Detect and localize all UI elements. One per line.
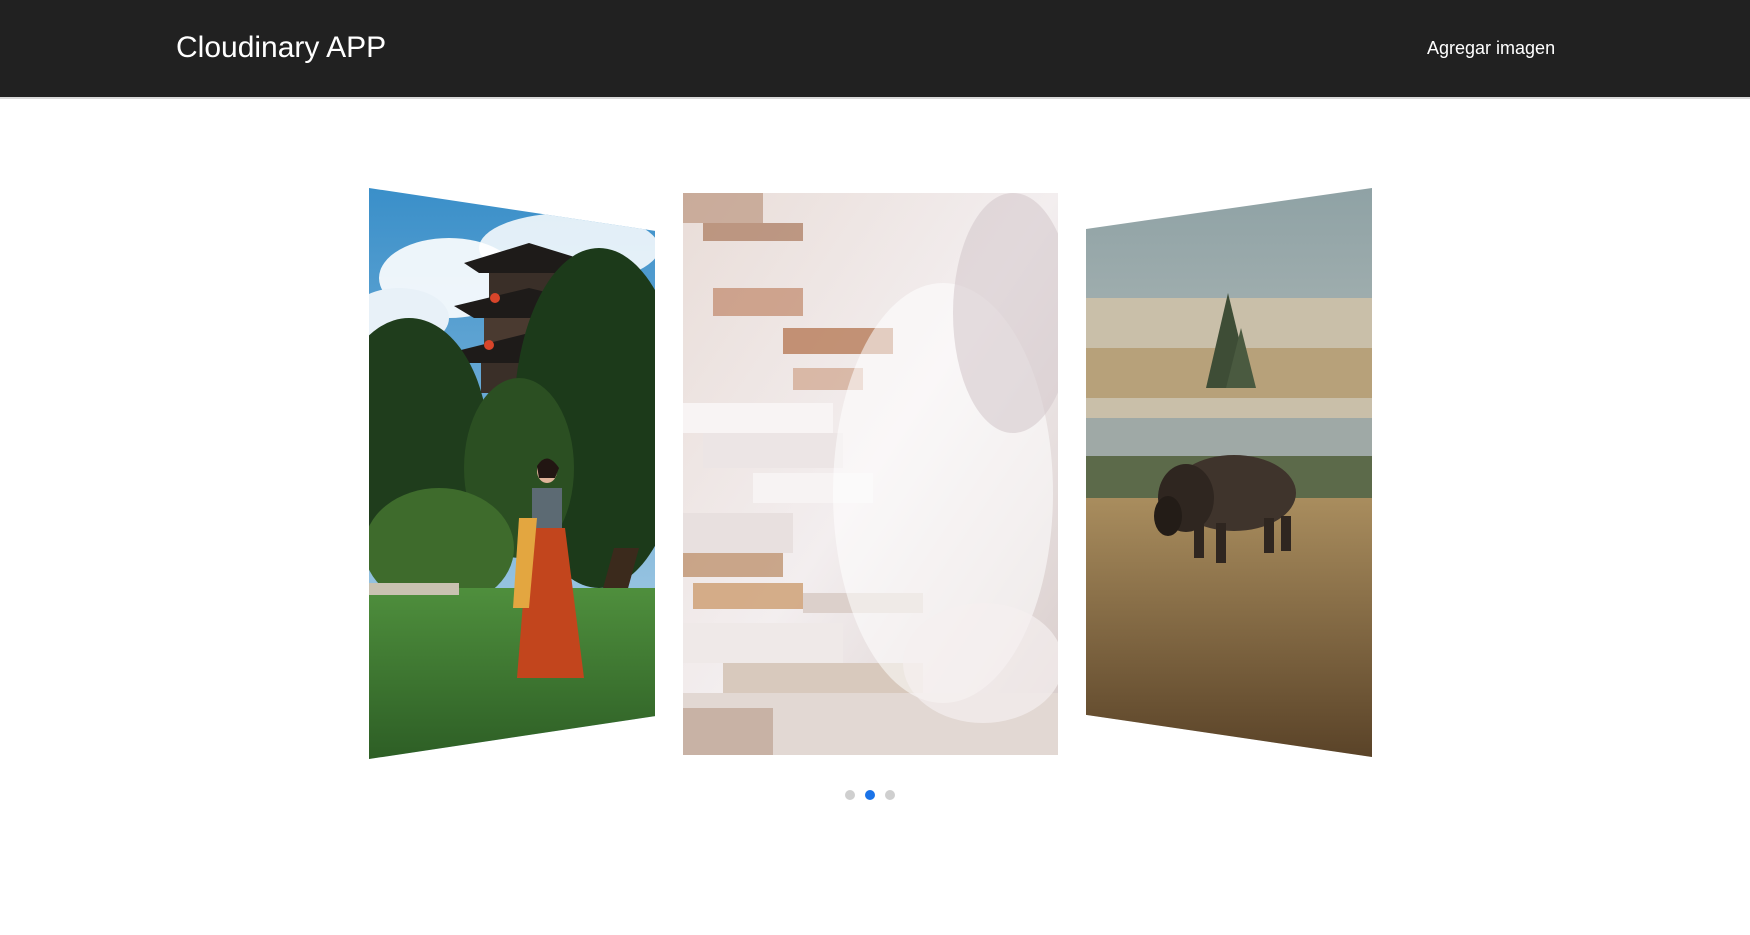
carousel-pagination — [844, 789, 906, 801]
bison-image — [1086, 188, 1372, 757]
brand-link[interactable]: Cloudinary APP — [176, 30, 386, 66]
terraces-image — [683, 193, 1058, 755]
carousel-dot-1[interactable] — [845, 790, 855, 800]
pagoda-woman-image — [369, 188, 655, 759]
carousel-slide-bison[interactable] — [1086, 188, 1372, 757]
carousel-dot-2[interactable] — [865, 790, 875, 800]
add-image-link[interactable]: Agregar imagen — [1427, 38, 1555, 60]
carousel-dot-3[interactable] — [885, 790, 895, 800]
carousel-slide-terraces[interactable] — [683, 193, 1058, 755]
image-carousel — [0, 99, 1750, 935]
carousel-slide-pagoda-woman[interactable] — [369, 188, 655, 759]
top-navbar: Cloudinary APP Agregar imagen — [0, 0, 1750, 99]
